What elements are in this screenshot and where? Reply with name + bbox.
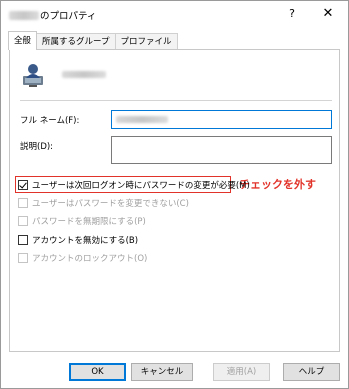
- divider: [20, 100, 332, 101]
- checkbox-label: アカウントを無効にする(B): [32, 236, 139, 246]
- tab-bar: 全般 所属するグループ プロファイル: [8, 31, 178, 50]
- checkbox-label: ユーザーは次回ログオン時にパスワードの変更が必要(M): [32, 181, 250, 191]
- general-tab-panel: フル ネーム(F): 説明(D): チェックを外す ユーザーは次回ログオン時にパ…: [9, 49, 340, 352]
- cancel-button[interactable]: キャンセル: [131, 363, 193, 381]
- checkbox-box[interactable]: [18, 216, 28, 226]
- checkbox-password-never-expires[interactable]: パスワードを無期限にする(P): [18, 215, 146, 227]
- tab-profile[interactable]: プロファイル: [114, 33, 178, 50]
- checkbox-account-disabled[interactable]: アカウントを無効にする(B): [18, 234, 138, 246]
- window-title: のプロパティ: [9, 8, 96, 22]
- checkbox-account-locked[interactable]: アカウントのロックアウト(O): [18, 252, 147, 264]
- tab-general[interactable]: 全般: [8, 31, 38, 50]
- help-button[interactable]: ヘルプ: [283, 363, 340, 381]
- checkbox-label: アカウントのロックアウト(O): [32, 254, 148, 264]
- checkbox-label: ユーザーはパスワードを変更できない(C): [32, 199, 189, 209]
- window-title-suffix: のプロパティ: [40, 11, 97, 22]
- redacted-username: [9, 10, 39, 20]
- checkbox-must-change-password[interactable]: ユーザーは次回ログオン時にパスワードの変更が必要(M): [18, 179, 250, 191]
- redacted-username: [62, 71, 106, 78]
- description-input[interactable]: [111, 136, 332, 164]
- annotation-text: チェックを外す: [239, 178, 316, 191]
- checkbox-box[interactable]: [18, 253, 28, 263]
- apply-button[interactable]: 適用(A): [213, 363, 270, 381]
- redacted-full-name: [116, 116, 168, 123]
- user-computer-icon: [23, 64, 43, 87]
- properties-dialog: のプロパティ ? ✕ 全般 所属するグループ プロファイル フル ネーム(F):…: [0, 0, 349, 389]
- checkbox-box[interactable]: [18, 198, 28, 208]
- checkbox-box[interactable]: [18, 180, 28, 190]
- description-label: 説明(D):: [20, 142, 54, 152]
- full-name-label: フル ネーム(F):: [20, 116, 80, 126]
- checkbox-label: パスワードを無期限にする(P): [32, 217, 146, 227]
- checkbox-box[interactable]: [18, 235, 28, 245]
- full-name-input[interactable]: [111, 110, 332, 129]
- help-icon[interactable]: ?: [283, 5, 301, 23]
- checkbox-cannot-change-password[interactable]: ユーザーはパスワードを変更できない(C): [18, 197, 189, 209]
- close-icon[interactable]: ✕: [319, 5, 337, 23]
- tab-member-of[interactable]: 所属するグループ: [36, 33, 116, 50]
- title-bar: のプロパティ ? ✕: [1, 1, 348, 27]
- ok-button[interactable]: OK: [69, 363, 126, 381]
